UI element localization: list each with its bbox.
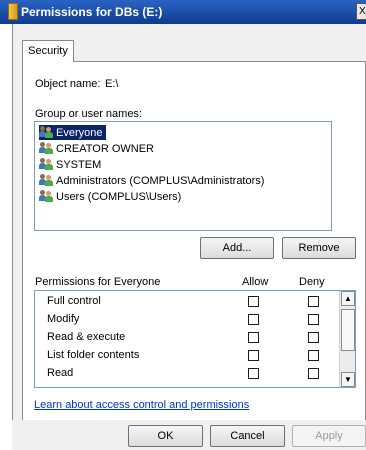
allow-checkbox[interactable] (248, 368, 259, 379)
apply-button[interactable]: Apply (292, 425, 366, 447)
permissions-list: Full control Modify Read & execute List … (34, 290, 356, 388)
scroll-down-icon[interactable]: ▼ (341, 372, 355, 387)
list-item-users[interactable]: Users (COMPLUS\Users) (39, 189, 185, 204)
list-item-label: Users (COMPLUS\Users) (56, 191, 182, 203)
users-icon (39, 157, 55, 170)
users-icon (39, 125, 55, 138)
permission-row: Full control (35, 293, 337, 311)
list-item-administrators[interactable]: Administrators (COMPLUS\Administrators) (39, 173, 268, 188)
folder-icon (8, 3, 18, 20)
group-names-label: Group or user names: (35, 108, 142, 120)
window-title: Permissions for DBs (E:) (21, 5, 163, 19)
list-item-label: SYSTEM (56, 159, 102, 171)
tab-security[interactable]: Security (22, 40, 74, 62)
add-button[interactable]: Add... (200, 237, 274, 259)
deny-checkbox[interactable] (308, 332, 319, 343)
deny-checkbox[interactable] (308, 314, 319, 325)
allow-checkbox[interactable] (248, 314, 259, 325)
object-name-value: E:\ (105, 78, 119, 90)
list-item-label: CREATOR OWNER (56, 143, 154, 155)
permission-row: Modify (35, 311, 337, 329)
permission-name: Full control (47, 295, 101, 307)
allow-checkbox[interactable] (248, 332, 259, 343)
deny-header: Deny (299, 276, 325, 288)
object-name-label: Object name: (35, 78, 101, 90)
allow-checkbox[interactable] (248, 296, 259, 307)
permission-row: Read (35, 365, 337, 383)
permission-row: Read & execute (35, 329, 337, 347)
deny-checkbox[interactable] (308, 368, 319, 379)
permissions-dialog: { "window": { "title": "Permissions for … (0, 0, 366, 450)
list-item-system[interactable]: SYSTEM (39, 157, 105, 172)
permission-name: List folder contents (47, 349, 140, 361)
permission-row: List folder contents (35, 347, 337, 365)
scroll-thumb[interactable] (341, 309, 355, 351)
allow-header: Allow (242, 276, 269, 288)
scroll-up-icon[interactable]: ▲ (341, 291, 355, 306)
ok-button[interactable]: OK (128, 425, 203, 447)
title-bar[interactable]: Permissions for DBs (E:) X (0, 0, 366, 24)
list-item-label: Everyone (56, 127, 103, 139)
deny-checkbox[interactable] (308, 296, 319, 307)
remove-button[interactable]: Remove (282, 237, 356, 259)
permission-name: Modify (47, 313, 80, 325)
list-item-everyone[interactable]: Everyone (39, 125, 107, 140)
users-icon (39, 141, 55, 154)
list-item-creator-owner[interactable]: CREATOR OWNER (39, 141, 158, 156)
users-icon (39, 173, 55, 186)
users-icon (39, 189, 55, 202)
cancel-button[interactable]: Cancel (210, 425, 285, 447)
permissions-scrollbar[interactable]: ▲ ▼ (339, 291, 355, 387)
permission-name: Read & execute (47, 331, 126, 343)
permission-name: Read (47, 367, 74, 379)
deny-checkbox[interactable] (308, 350, 319, 361)
permissions-label: Permissions for Everyone (35, 276, 161, 288)
close-button[interactable]: X (356, 3, 366, 20)
access-control-help-link[interactable]: Learn about access control and permissio… (34, 399, 249, 411)
list-item-label: Administrators (COMPLUS\Administrators) (56, 175, 265, 187)
allow-checkbox[interactable] (248, 350, 259, 361)
group-user-list[interactable]: Everyone CREATOR OWNER SYSTEM Administra… (34, 121, 332, 231)
